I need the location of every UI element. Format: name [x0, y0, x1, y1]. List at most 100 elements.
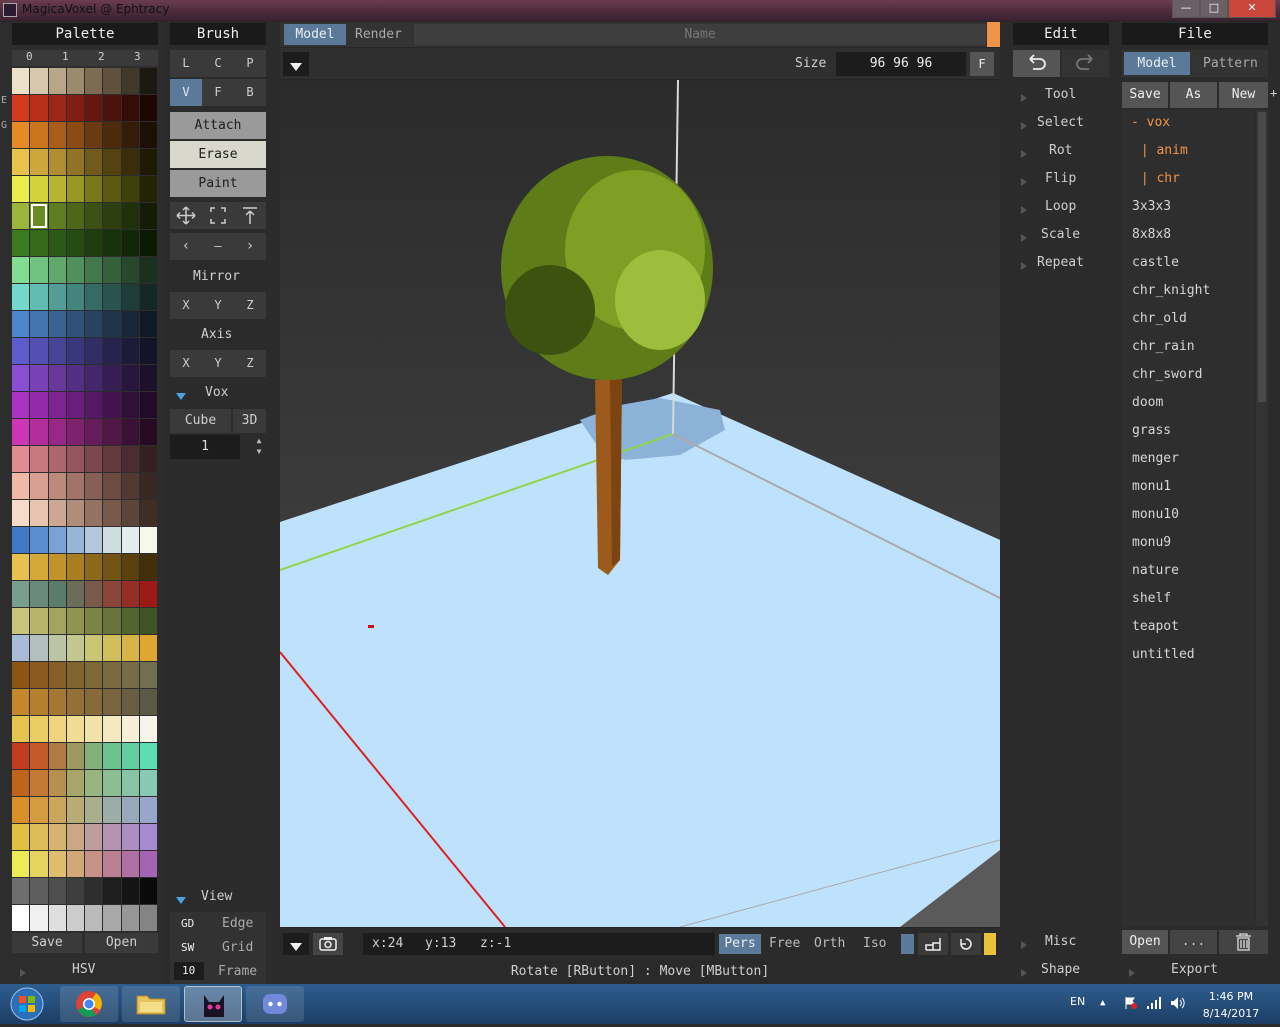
folder-chr[interactable]: | chr	[1133, 171, 1180, 186]
palette-swatch[interactable]	[12, 581, 30, 607]
palette-swatch[interactable]	[139, 743, 157, 769]
palette-swatch[interactable]	[48, 716, 66, 742]
palette-swatch[interactable]	[121, 905, 139, 931]
file-item[interactable]: shelf	[1132, 591, 1171, 606]
palette-swatch[interactable]	[66, 149, 84, 175]
cube-button[interactable]: Cube	[170, 409, 231, 433]
export-label[interactable]: Export	[1171, 962, 1218, 977]
palette-swatch[interactable]	[103, 905, 121, 931]
palette-swatch[interactable]	[85, 230, 103, 256]
palette-swatch[interactable]	[66, 500, 84, 526]
file-tab-pattern[interactable]: Pattern	[1203, 56, 1258, 71]
file-list-scrollbar[interactable]	[1256, 110, 1268, 926]
palette-swatch[interactable]	[85, 608, 103, 634]
palette-swatch[interactable]	[66, 257, 84, 283]
palette-swatch[interactable]	[139, 284, 157, 310]
palette-swatch[interactable]	[30, 284, 48, 310]
expand-icon[interactable]	[1021, 119, 1027, 134]
palette-swatch[interactable]	[85, 365, 103, 391]
palette-swatch[interactable]	[121, 743, 139, 769]
file-save-button[interactable]: Save	[1122, 82, 1168, 108]
file-list-scroll-thumb[interactable]	[1258, 112, 1266, 402]
palette-swatch[interactable]	[48, 176, 66, 202]
edit-item-rot[interactable]: Rot	[1049, 143, 1072, 158]
palette-swatch[interactable]	[85, 446, 103, 472]
palette-swatch[interactable]	[30, 473, 48, 499]
palette-swatch[interactable]	[139, 662, 157, 688]
reset-view-button[interactable]	[951, 933, 981, 955]
palette-swatch[interactable]	[139, 878, 157, 904]
taskbar-explorer[interactable]	[122, 986, 180, 1022]
file-add-button[interactable]: +	[1270, 86, 1277, 100]
expand-icon[interactable]	[1021, 175, 1027, 190]
palette-swatch[interactable]	[121, 878, 139, 904]
palette-swatch[interactable]	[103, 608, 121, 634]
palette-swatch[interactable]	[48, 95, 66, 121]
palette-swatch[interactable]	[85, 122, 103, 148]
palette-swatch[interactable]	[48, 419, 66, 445]
palette-swatch[interactable]	[66, 608, 84, 634]
tab-render[interactable]: Render	[355, 27, 402, 42]
edit-item-flip[interactable]: Flip	[1045, 171, 1076, 186]
folder-anim[interactable]: | anim	[1133, 143, 1188, 158]
palette-swatch[interactable]	[121, 797, 139, 823]
palette-swatch[interactable]	[30, 68, 48, 94]
palette-swatch[interactable]	[66, 446, 84, 472]
palette-swatch[interactable]	[85, 851, 103, 877]
palette-open-button[interactable]: Open	[85, 933, 158, 953]
palette-swatch[interactable]	[48, 797, 66, 823]
palette-swatch[interactable]	[48, 284, 66, 310]
file-item[interactable]: teapot	[1132, 619, 1179, 634]
brush-v-button[interactable]: V	[170, 79, 202, 106]
palette-swatch[interactable]	[121, 581, 139, 607]
palette-swatch[interactable]	[66, 68, 84, 94]
viewport-3d[interactable]	[280, 80, 1000, 927]
palette-swatch[interactable]	[66, 743, 84, 769]
erase-button[interactable]: Erase	[170, 141, 266, 168]
file-item[interactable]: chr_sword	[1132, 367, 1202, 382]
palette-swatch[interactable]	[121, 527, 139, 553]
file-item[interactable]: castle	[1132, 255, 1179, 270]
palette-swatch[interactable]	[85, 311, 103, 337]
palette-swatch[interactable]	[30, 905, 48, 931]
palette-swatch[interactable]	[66, 338, 84, 364]
palette-swatch[interactable]	[139, 716, 157, 742]
shape-label[interactable]: Shape	[1041, 962, 1080, 977]
palette-swatch[interactable]	[121, 68, 139, 94]
palette-swatch[interactable]	[139, 824, 157, 850]
hsv-expand-icon[interactable]	[20, 966, 26, 981]
palette-swatch[interactable]	[85, 284, 103, 310]
palette-tab-0[interactable]: 0	[26, 50, 33, 63]
palette-swatch[interactable]	[48, 392, 66, 418]
misc-expand-icon[interactable]	[1021, 938, 1027, 953]
axis-y-button[interactable]: Y	[202, 350, 234, 377]
palette-swatch[interactable]	[103, 95, 121, 121]
file-item[interactable]: monu9	[1132, 535, 1171, 550]
palette-swatch[interactable]	[48, 149, 66, 175]
brush-c-button[interactable]: C	[202, 50, 234, 77]
close-button[interactable]: ✕	[1228, 0, 1276, 18]
palette-swatch[interactable]	[30, 851, 48, 877]
palette-swatch[interactable]	[121, 392, 139, 418]
brush-b-button[interactable]: B	[234, 79, 266, 106]
palette-swatch[interactable]	[30, 527, 48, 553]
palette-swatch[interactable]	[85, 473, 103, 499]
palette-swatch[interactable]	[12, 635, 30, 661]
palette-swatch[interactable]	[30, 230, 48, 256]
viewport-menu-button[interactable]	[283, 52, 309, 76]
view-collapse-icon[interactable]	[176, 893, 186, 908]
mirror-y-button[interactable]: Y	[202, 292, 234, 319]
brush-f-button[interactable]: F	[202, 79, 234, 106]
palette-swatch[interactable]	[66, 581, 84, 607]
palette-swatch[interactable]	[12, 824, 30, 850]
palette-swatch[interactable]	[103, 257, 121, 283]
palette-swatch[interactable]	[103, 851, 121, 877]
file-item[interactable]: chr_rain	[1132, 339, 1195, 354]
palette-swatch[interactable]	[139, 95, 157, 121]
palette-swatch[interactable]	[85, 905, 103, 931]
3d-button[interactable]: 3D	[233, 409, 266, 433]
palette-swatch[interactable]	[139, 851, 157, 877]
palette-swatch[interactable]	[30, 554, 48, 580]
palette-swatch[interactable]	[103, 338, 121, 364]
palette-swatch[interactable]	[139, 635, 157, 661]
